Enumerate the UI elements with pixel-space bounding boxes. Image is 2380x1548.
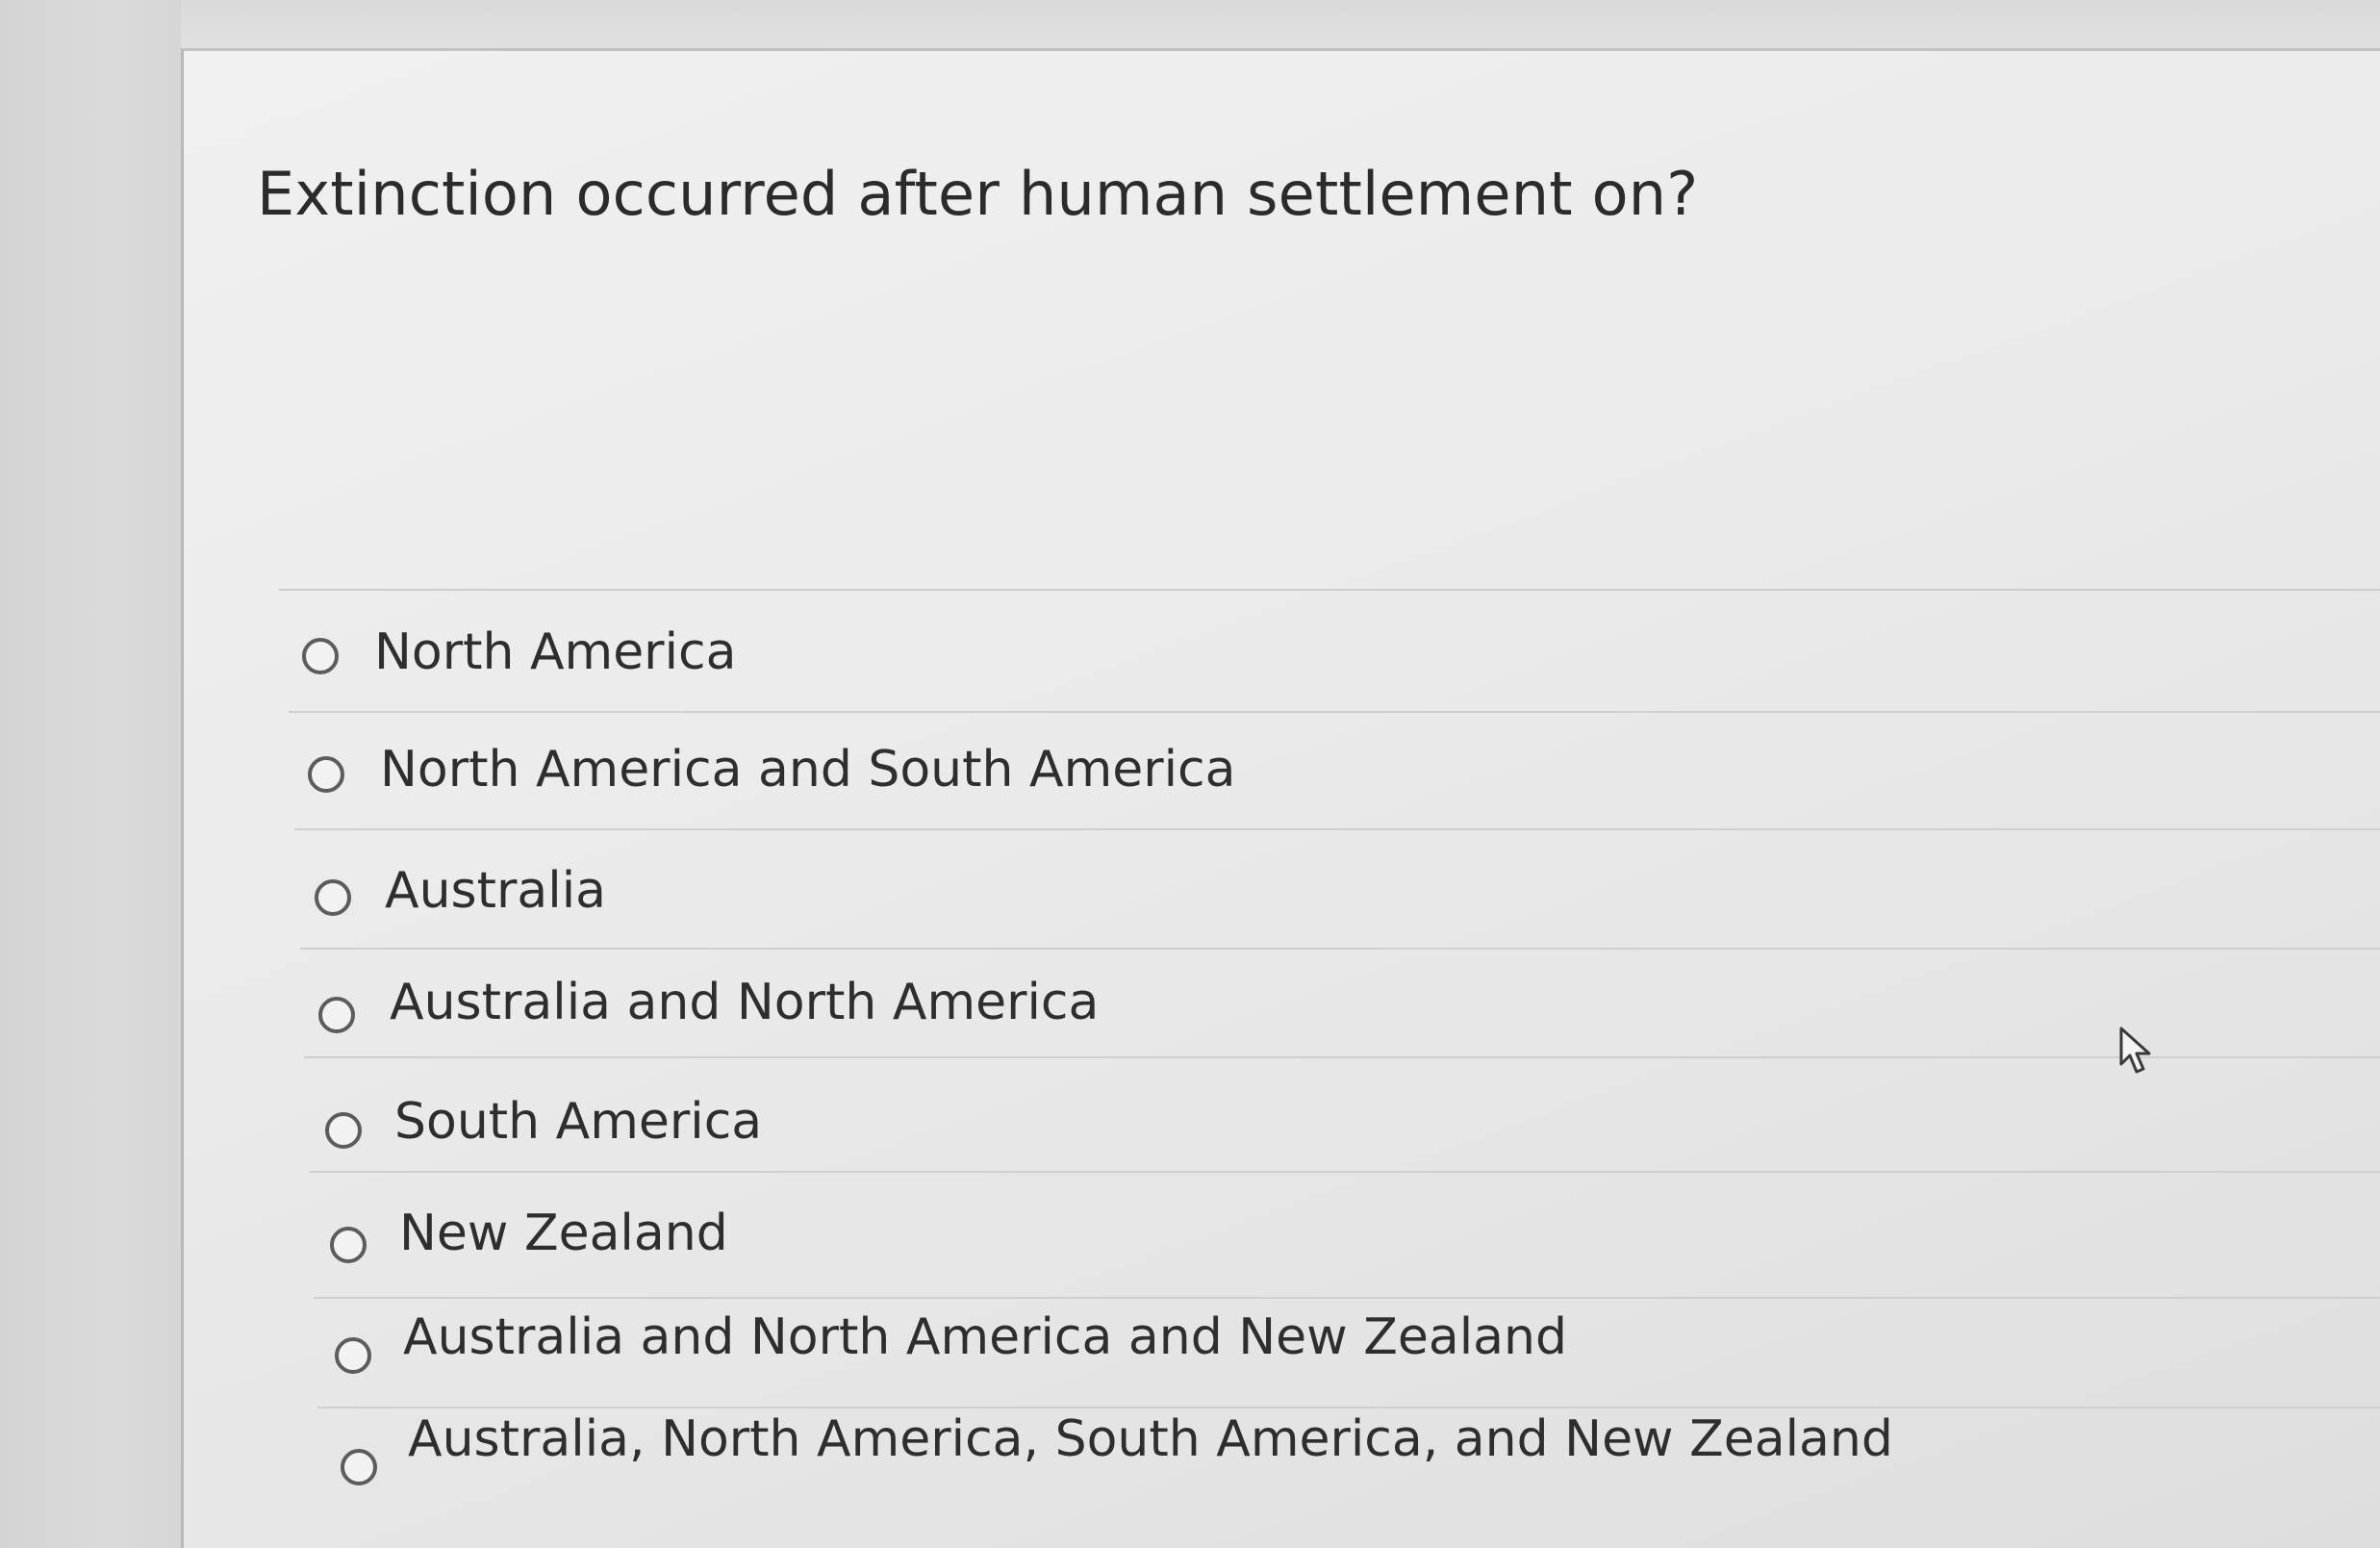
option-label: Australia xyxy=(385,862,607,920)
radio-button[interactable] xyxy=(302,638,339,674)
option-label: South America xyxy=(394,1093,763,1151)
option-divider xyxy=(314,1297,2380,1299)
radio-button[interactable] xyxy=(341,1449,377,1485)
answer-option[interactable]: Australia, North America, South America,… xyxy=(0,0,2380,1485)
question-text: Extinction occurred after human settleme… xyxy=(257,159,1699,229)
answer-option[interactable]: North America xyxy=(0,596,2380,713)
arrow-pointer-icon xyxy=(2118,1026,2157,1079)
radio-button[interactable] xyxy=(315,879,351,916)
option-label: Australia, North America, South America,… xyxy=(408,1410,1893,1468)
radio-button[interactable] xyxy=(330,1227,367,1263)
page-margin xyxy=(0,0,181,1548)
radio-button[interactable] xyxy=(335,1337,371,1374)
option-divider xyxy=(317,1407,2380,1408)
option-divider xyxy=(300,948,2380,950)
option-label: Australia and North America and New Zeal… xyxy=(403,1308,1567,1366)
option-label: New Zealand xyxy=(399,1205,728,1262)
radio-button[interactable] xyxy=(318,997,355,1033)
option-divider xyxy=(304,1056,2380,1058)
option-divider xyxy=(289,711,2380,713)
option-divider xyxy=(294,828,2380,830)
options-top-divider xyxy=(279,589,2380,591)
option-label: North America xyxy=(374,623,737,681)
option-label: North America and South America xyxy=(380,741,1236,799)
option-divider xyxy=(310,1171,2380,1173)
radio-button[interactable] xyxy=(325,1112,362,1149)
radio-button[interactable] xyxy=(308,756,344,793)
option-label: Australia and North America xyxy=(390,974,1100,1031)
